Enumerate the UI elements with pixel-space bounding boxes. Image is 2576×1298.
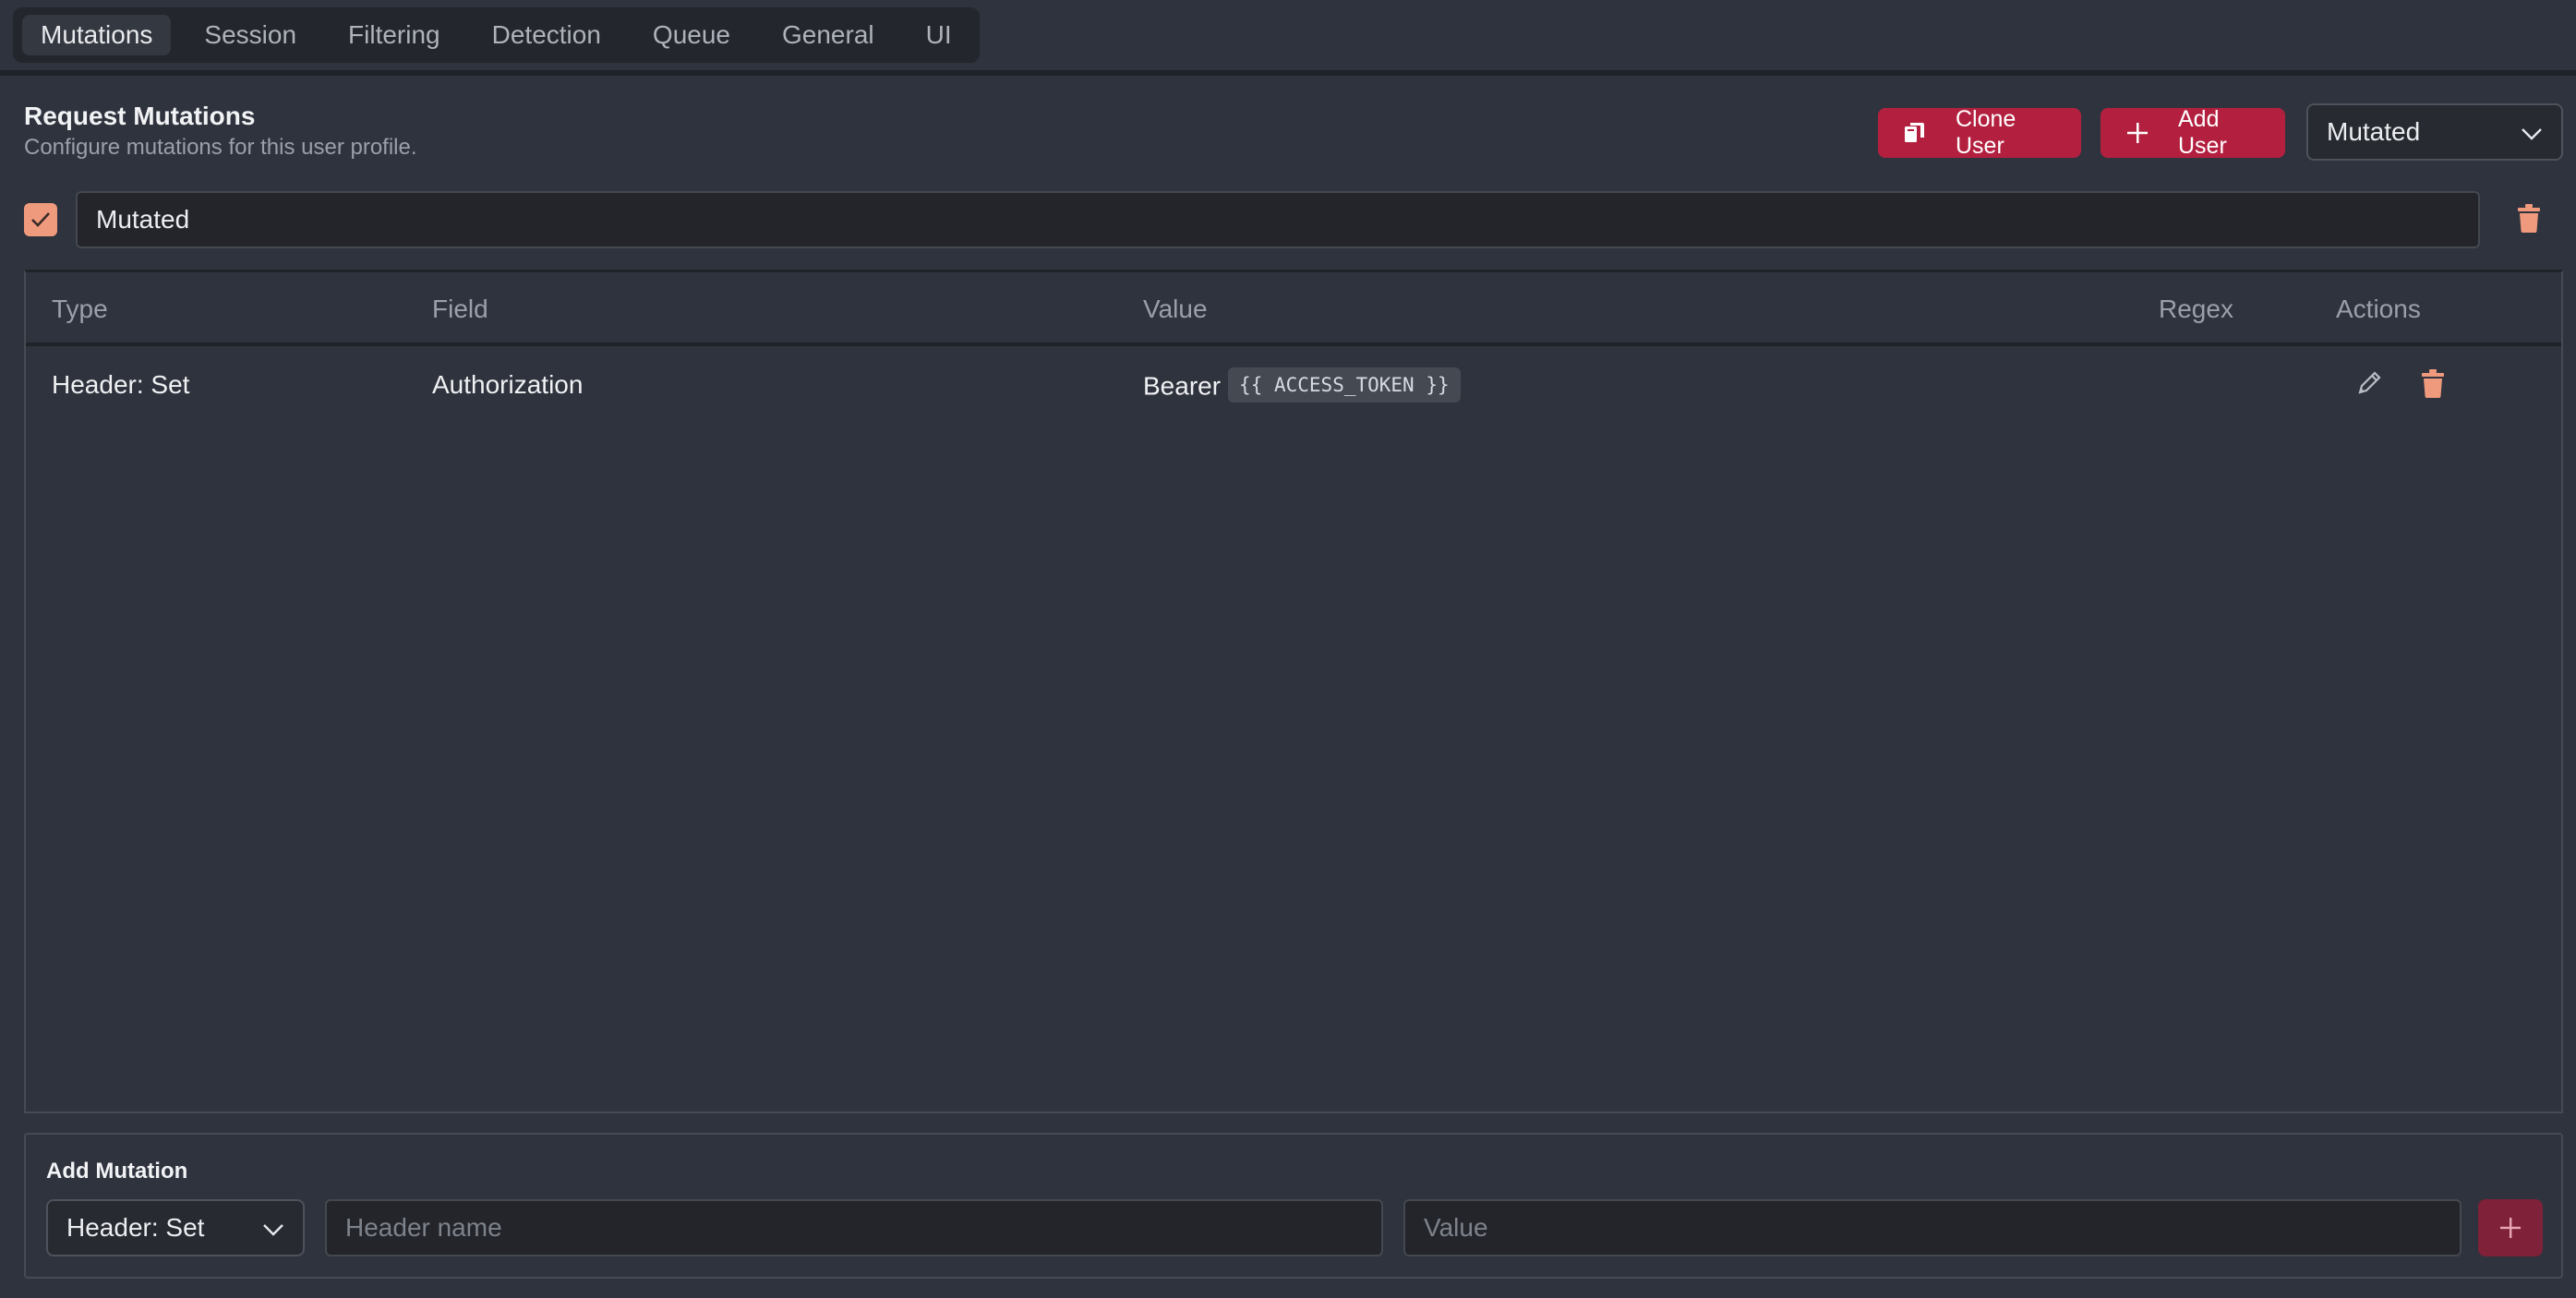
profile-enabled-checkbox[interactable]	[24, 203, 57, 236]
delete-profile-button[interactable]	[2517, 203, 2541, 237]
profile-name-input[interactable]: Mutated	[76, 191, 2480, 248]
mutation-type-value: Header: Set	[66, 1213, 205, 1242]
copy-icon	[1902, 120, 1928, 146]
user-profile-select[interactable]: Mutated	[2306, 103, 2563, 161]
row-type: Header: Set	[52, 370, 190, 399]
chevron-down-icon	[262, 1218, 284, 1240]
add-mutation-title: Add Mutation	[46, 1159, 188, 1184]
row-value: Bearer{{ ACCESS_TOKEN }}	[1143, 367, 1461, 405]
plus-icon	[2500, 1218, 2521, 1238]
trash-icon	[2422, 369, 2444, 398]
trash-icon	[2518, 204, 2540, 233]
section-subtitle: Configure mutations for this user profil…	[24, 135, 417, 160]
user-profile-select-value: Mutated	[2327, 117, 2421, 146]
table-header: Type Field Value Regex Actions	[26, 272, 2561, 346]
tab-session[interactable]: Session	[186, 15, 315, 55]
mutations-table: Type Field Value Regex Actions Header: S…	[24, 270, 2563, 1113]
header-value-input[interactable]	[1403, 1199, 2462, 1256]
tab-filtering[interactable]: Filtering	[330, 15, 459, 55]
delete-mutation-button[interactable]	[2421, 368, 2445, 403]
add-mutation-button[interactable]	[2478, 1199, 2543, 1256]
clone-user-button[interactable]: Clone User	[1878, 106, 2081, 159]
top-tab-bar-container: Mutations Session Filtering Detection Qu…	[0, 0, 2576, 76]
tab-queue[interactable]: Queue	[634, 15, 749, 55]
chevron-down-icon	[2521, 122, 2543, 144]
table-row: Header: Set Authorization Bearer{{ ACCES…	[26, 352, 2561, 422]
tab-mutations[interactable]: Mutations	[22, 15, 172, 55]
add-user-label: Add User	[2178, 106, 2227, 159]
section-title: Request Mutations	[24, 102, 256, 130]
plus-icon	[2125, 120, 2150, 146]
clone-user-label: Clone User	[1956, 106, 2016, 159]
add-mutation-panel: Add Mutation Header: Set	[24, 1133, 2563, 1279]
column-header-actions: Actions	[2336, 294, 2421, 323]
column-header-field: Field	[432, 294, 488, 323]
check-icon	[31, 212, 50, 227]
mutation-type-select[interactable]: Header: Set	[46, 1199, 305, 1256]
pencil-icon	[2358, 371, 2381, 394]
column-header-regex: Regex	[2159, 294, 2233, 323]
add-user-button[interactable]: Add User	[2101, 106, 2285, 159]
header-name-input[interactable]	[325, 1199, 1383, 1256]
column-header-type: Type	[52, 294, 108, 323]
row-value-prefix: Bearer	[1143, 371, 1222, 401]
tab-detection[interactable]: Detection	[474, 15, 620, 55]
edit-mutation-button[interactable]	[2356, 368, 2384, 401]
row-value-token: {{ ACCESS_TOKEN }}	[1228, 367, 1461, 403]
column-header-value: Value	[1143, 294, 1208, 323]
tab-ui[interactable]: UI	[908, 15, 970, 55]
tab-bar: Mutations Session Filtering Detection Qu…	[13, 7, 980, 63]
row-field: Authorization	[432, 370, 584, 399]
tab-general[interactable]: General	[764, 15, 893, 55]
